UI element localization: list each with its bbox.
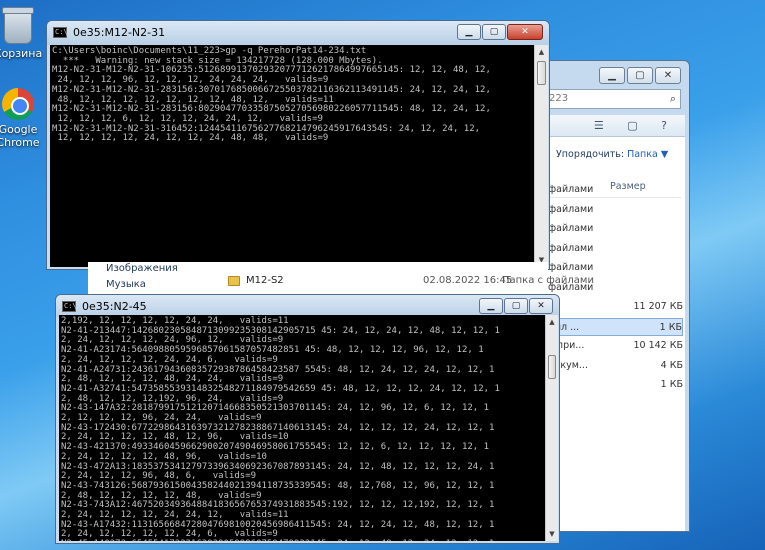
file-list-row[interactable]: файлами (548, 201, 683, 219)
console-line: 12, 12, 12, 12, 24, 12, 12, 24, 48, 48, … (52, 133, 329, 144)
cmd-window-1-scrollbar[interactable]: ▲ ▼ (534, 45, 548, 267)
minimize-button[interactable]: ▁ (599, 67, 625, 84)
cmd-window-2-titlebar[interactable]: C:\ 0e35:N2-45 ▁ ▢ ✕ (56, 295, 559, 317)
file-size-cell: 1 КБ (660, 379, 683, 390)
file-list-row[interactable]: файлами (548, 181, 683, 199)
cmd-window-2-console[interactable]: 2,192, 12, 12, 12, 12, 24, 24, valids=11… (59, 315, 545, 541)
view-options-icons[interactable]: ☰ ▢ ? (594, 119, 677, 132)
explorer-strip: Изображения Музыка M12-S2 02.08.2022 16:… (88, 262, 594, 296)
file-type: Папка с файлами (502, 275, 594, 286)
explorer-window-controls: ▁ ▢ ✕ (599, 67, 681, 84)
file-list-row[interactable]: файлами (548, 240, 683, 258)
file-type-cell: файлами (548, 203, 594, 215)
close-button[interactable]: ✕ (507, 24, 543, 40)
maximize-button[interactable]: ▢ (504, 298, 528, 314)
file-list-row[interactable]: файлами (548, 220, 683, 238)
file-list-row[interactable]: айл ... 1 КБ (548, 317, 683, 336)
file-type-cell: файлами (548, 242, 594, 254)
desktop-icon-recycle-bin[interactable]: Корзина (0, 7, 50, 60)
folder-icon (228, 276, 240, 286)
file-type-cell: файлами (548, 262, 594, 273)
file-type-cell: файлами (548, 184, 594, 195)
address-bar[interactable]: 223 ⌕ (544, 89, 681, 109)
file-size-cell: 4 КБ (660, 359, 683, 371)
close-button[interactable]: ✕ (529, 298, 553, 314)
explorer-toolbar: ☰ ▢ ? (540, 115, 685, 137)
file-size-cell: 11 207 КБ (633, 301, 683, 312)
cmd-window-1-title: 0e35:M12-N2-31 (73, 26, 166, 39)
file-list-row[interactable]: докум... 4 КБ (548, 357, 683, 375)
scroll-thumb[interactable] (548, 355, 556, 379)
console-line: N2-45-140273:654554173231639390599960759… (61, 539, 543, 541)
file-size-cell: 1 КБ (659, 321, 682, 333)
close-button[interactable]: ✕ (655, 67, 681, 84)
maximize-button[interactable]: ▢ (482, 24, 506, 40)
file-type-cell: файлами (548, 223, 594, 234)
cmd-window-2-scrollbar[interactable]: ▲ ▼ (545, 315, 558, 541)
maximize-button[interactable]: ▢ (627, 67, 653, 84)
recycle-bin-icon (2, 7, 34, 44)
cmd-window-2-title: 0e35:N2-45 (82, 300, 147, 313)
scroll-down-icon[interactable]: ▼ (546, 527, 558, 541)
arrange-by-value[interactable]: Папка ▼ (627, 149, 668, 160)
cmd-icon: C:\ (53, 27, 68, 38)
nav-item-music[interactable]: Музыка (106, 279, 146, 290)
search-icon[interactable]: ⌕ (670, 92, 676, 106)
file-list-row[interactable]: е11 207 КБ (548, 298, 683, 316)
cmd-window-2[interactable]: C:\ 0e35:N2-45 ▁ ▢ ✕ 2,192, 12, 12, 12, … (55, 294, 560, 544)
chrome-label: Google Chrome (0, 123, 40, 149)
file-name[interactable]: M12-S2 (246, 275, 284, 286)
cmd-window-1-console[interactable]: C:\Users\boinc\Documents\11_223>gp -q Pe… (50, 45, 534, 267)
arrange-by[interactable]: Упорядочить: Папка ▼ (556, 149, 668, 160)
scroll-up-icon[interactable]: ▲ (535, 45, 548, 59)
scroll-thumb[interactable] (537, 61, 546, 85)
file-size-cell: 10 142 КБ (633, 340, 683, 351)
minimize-button[interactable]: ▁ (457, 24, 481, 40)
file-date: 02.08.2022 16:45 (423, 275, 513, 286)
recycle-bin-label: Корзина (0, 47, 43, 60)
desktop-icon-chrome[interactable]: Google Chrome (0, 88, 44, 149)
chrome-icon (2, 88, 34, 120)
file-list-pane: Упорядочить: Папка ▼ Размер файлами файла… (540, 137, 685, 531)
file-list-row[interactable]: е при... 10 142 КБ (548, 337, 683, 355)
file-list-row[interactable]: 1 КБ (548, 376, 683, 394)
minimize-button[interactable]: ▁ (479, 298, 503, 314)
scroll-up-icon[interactable]: ▲ (546, 315, 558, 329)
cmd-window-1-titlebar[interactable]: C:\ 0e35:M12-N2-31 ▁ ▢ ✕ (47, 21, 549, 45)
nav-item-images[interactable]: Изображения (106, 263, 178, 274)
cmd-window-1[interactable]: C:\ 0e35:M12-N2-31 ▁ ▢ ✕ C:\Users\boinc\… (46, 20, 550, 270)
cmd-icon: C:\ (62, 301, 77, 312)
address-text: 223 (549, 93, 569, 104)
